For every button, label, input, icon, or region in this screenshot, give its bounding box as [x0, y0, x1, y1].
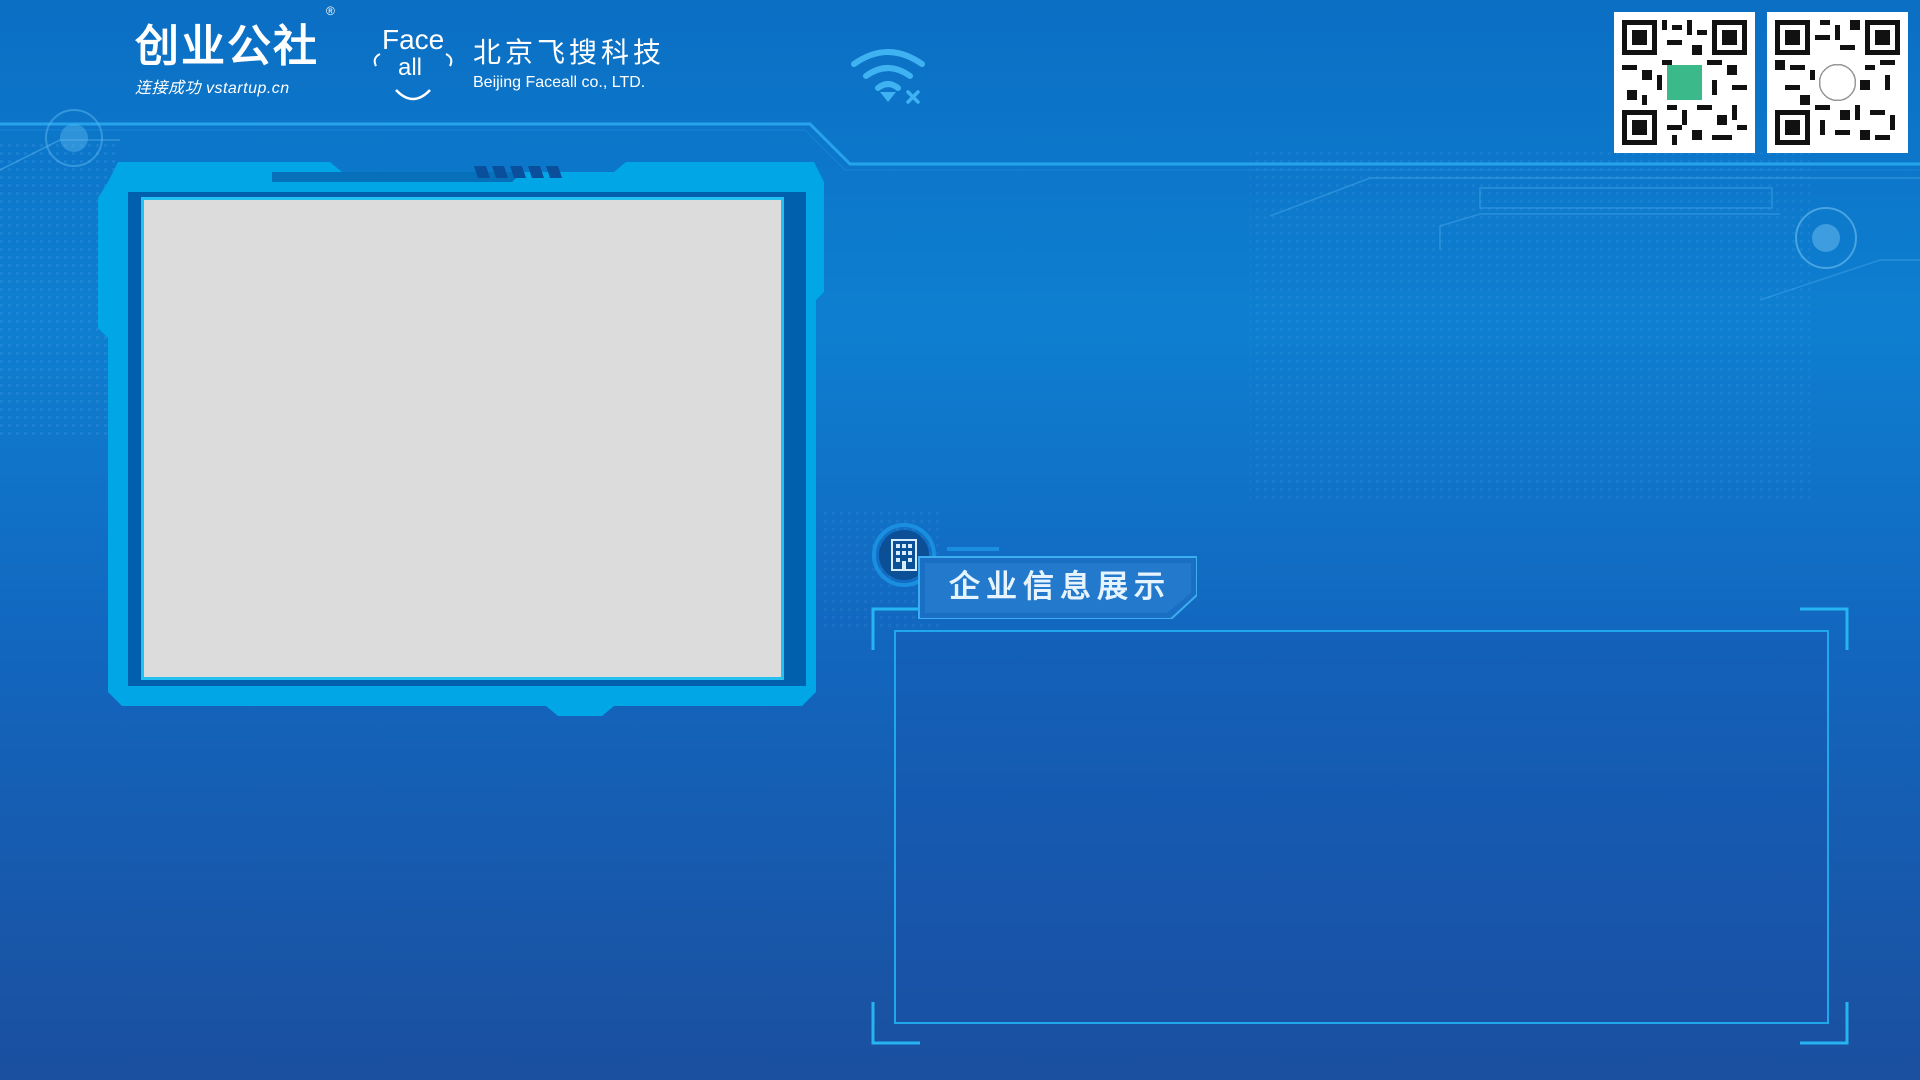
registered-mark: ®	[326, 4, 335, 18]
company-name: 北京飞搜科技 Beijing Faceall co., LTD.	[473, 36, 665, 92]
video-screen	[141, 197, 784, 680]
faceall-logo: Face all	[368, 24, 458, 104]
brand-subtitle: 连接成功 vstartup.cn	[135, 80, 290, 97]
company-name-en: Beijing Faceall co., LTD.	[473, 74, 646, 91]
vstartup-logo: 创业公社 连接成功 vstartup.cn	[135, 22, 319, 98]
faceall-bottom-text: all	[398, 54, 423, 81]
qr-code-faceall	[1767, 12, 1908, 153]
brand-name: 创业公社	[135, 21, 319, 72]
info-panel-corner-brackets	[871, 607, 1849, 1045]
wifi-disconnected-icon	[851, 49, 925, 104]
qr-code-vstartup	[1614, 12, 1755, 153]
info-panel-title-text: 企业信息展示	[949, 569, 1171, 605]
company-name-cn: 北京飞搜科技	[473, 36, 666, 69]
faceall-top-text: Face	[382, 24, 445, 55]
